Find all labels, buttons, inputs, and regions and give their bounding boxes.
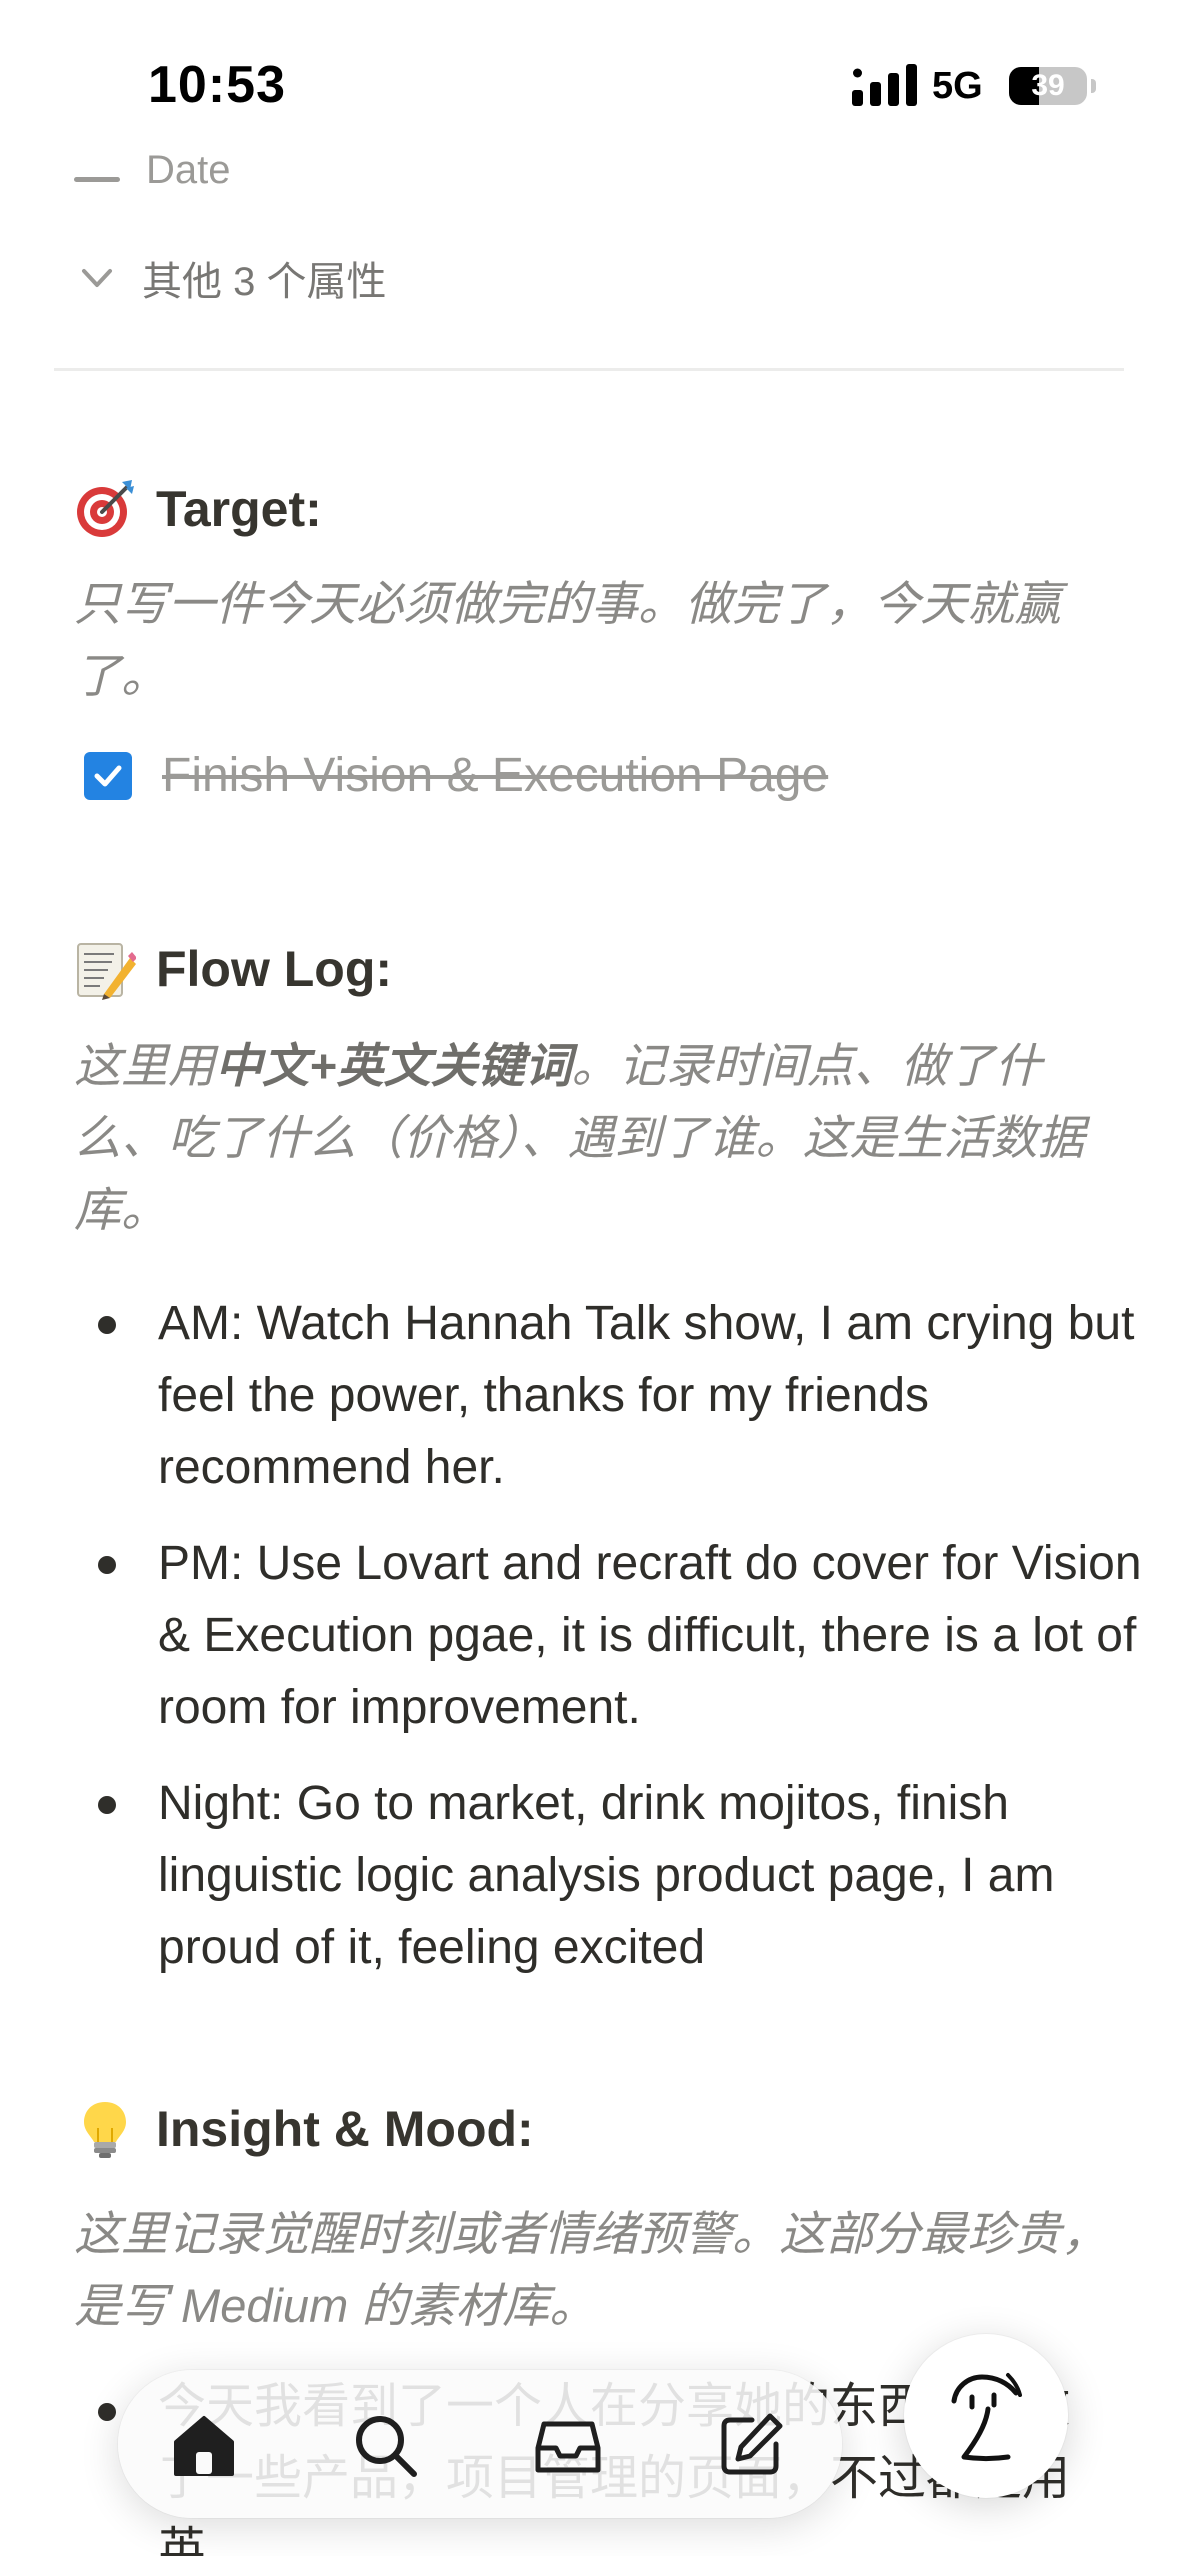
light-bulb-icon — [84, 2102, 126, 2158]
new-page-tab[interactable] — [712, 2408, 788, 2484]
insight-hint: 这里记录觉醒时刻或者情绪预警。这部分最珍贵，是写 Medium 的素材库。 — [74, 2207, 1108, 2332]
battery-percentage: 39 — [1031, 69, 1065, 102]
search-icon — [356, 2416, 417, 2477]
chevron-down-icon — [82, 269, 112, 287]
list-item-text: AM: Watch Hannah Talk show, I am crying … — [158, 1297, 1135, 1494]
checkbox-checked-icon[interactable] — [84, 751, 132, 800]
todo-item[interactable]: Finish Vision & Execution Page — [84, 748, 828, 803]
direct-hit-icon — [77, 480, 134, 537]
bullet-dot — [98, 1316, 116, 1334]
list-item[interactable]: Night: Go to market, drink mojitos, fini… — [0, 1768, 1158, 1984]
target-heading-text: Target: — [156, 481, 322, 537]
flow-log-list: AM: Watch Hannah Talk show, I am crying … — [0, 1288, 1158, 2008]
network-type: 5G — [932, 65, 983, 107]
inbox-tab[interactable] — [530, 2408, 606, 2484]
bottom-tab-bar — [118, 2370, 842, 2518]
battery-icon: 39 — [1009, 67, 1087, 105]
search-tab[interactable] — [348, 2408, 424, 2484]
flow-log-hint: 这里用中文+英文关键词。记录时间点、做了什么、吃了什么（价格）、遇到了谁。这是生… — [74, 1030, 1114, 1246]
list-item[interactable]: AM: Watch Hannah Talk show, I am crying … — [0, 1288, 1158, 1504]
home-tab[interactable] — [166, 2408, 242, 2484]
properties-divider — [54, 368, 1124, 371]
notion-ai-icon — [951, 2373, 1022, 2461]
insight-heading: Insight & Mood: — [74, 2098, 534, 2160]
flow-log-hint-prefix: 这里用 — [74, 1039, 215, 1092]
target-hint: 只写一件今天必须做完的事。做完了，今天就赢了。 — [74, 577, 1061, 702]
list-item[interactable]: PM: Use Lovart and recraft do cover for … — [0, 1528, 1158, 1744]
flow-log-heading: Flow Log: — [74, 938, 392, 1000]
todo-text[interactable]: Finish Vision & Execution Page — [162, 748, 828, 803]
status-time: 10:53 — [148, 56, 286, 114]
status-bar: 10:53 5G 39 — [0, 0, 1179, 150]
flow-log-heading-text: Flow Log: — [156, 941, 393, 997]
cellular-signal-icon — [852, 64, 917, 106]
date-property-row[interactable]: Date — [74, 150, 674, 184]
list-item-text: Night: Go to market, drink mojitos, fini… — [158, 1777, 1055, 1974]
bullet-dot — [98, 1556, 116, 1574]
date-property-label: Date — [146, 150, 231, 184]
target-heading: Target: — [74, 478, 322, 540]
notion-ai-button[interactable] — [904, 2334, 1068, 2498]
bullet-dot — [98, 1796, 116, 1814]
more-properties-label: 其他 3 个属性 — [142, 260, 387, 304]
text-property-icon — [74, 177, 120, 182]
memo-icon — [77, 943, 136, 1000]
checkmark-icon — [94, 765, 122, 786]
insight-heading-text: Insight & Mood: — [156, 2101, 534, 2157]
home-icon — [174, 2416, 234, 2476]
bullet-dot — [98, 2403, 116, 2421]
inbox-icon — [535, 2421, 601, 2473]
new-page-icon — [721, 2413, 783, 2475]
battery-cap — [1091, 79, 1096, 93]
flow-log-hint-bold: 中文+英文关键词 — [215, 1039, 572, 1092]
more-properties-toggle[interactable]: 其他 3 个属性 — [76, 248, 386, 308]
list-item-text: PM: Use Lovart and recraft do cover for … — [158, 1537, 1142, 1734]
